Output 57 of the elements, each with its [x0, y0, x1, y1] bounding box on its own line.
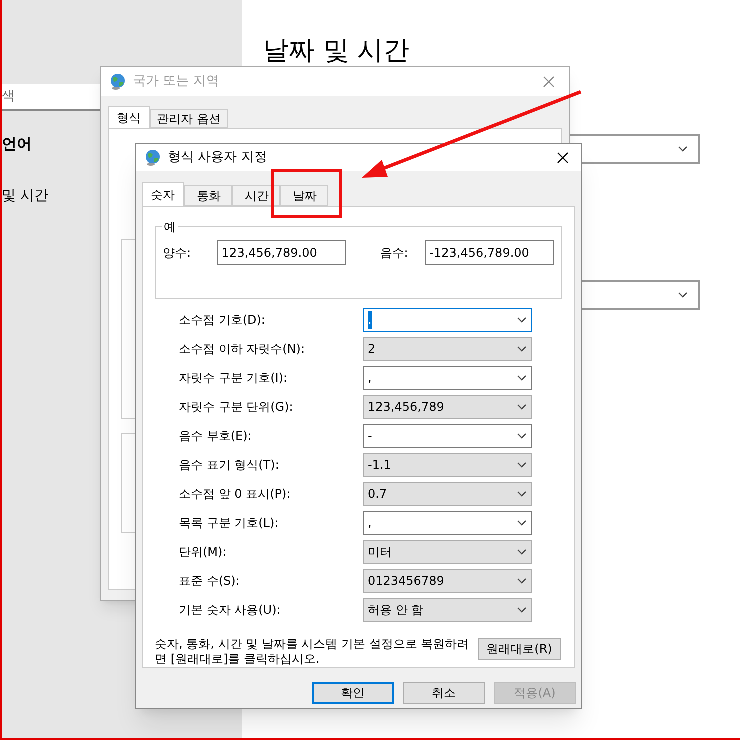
chevron-down-icon — [517, 404, 527, 410]
combo-box[interactable]: , — [363, 511, 532, 535]
field-label: 자릿수 구분 기호(I): — [178, 370, 289, 387]
field-label: 음수 부호(E): — [178, 428, 253, 445]
field-label: 목록 구분 기호(L): — [178, 515, 280, 532]
tab[interactable]: 통화 — [184, 185, 232, 206]
dialog-button[interactable]: 확인 — [312, 682, 394, 704]
chevron-down-icon — [517, 375, 527, 381]
chevron-down-icon — [678, 146, 688, 152]
window-title: 형식 사용자 지정 — [168, 148, 268, 167]
chevron-down-icon — [517, 462, 527, 468]
chevron-down-icon — [517, 549, 527, 555]
sidebar-heading: 언어 — [2, 134, 33, 155]
highlight-rectangle — [271, 169, 342, 218]
combo-box[interactable]: 123,456,789 — [363, 395, 532, 419]
globe-icon — [109, 72, 127, 90]
chevron-down-icon — [517, 433, 527, 439]
tab[interactable]: 관리자 옵션 — [150, 109, 228, 128]
combo-box[interactable]: 2 — [363, 337, 532, 361]
combo-box[interactable]: , — [363, 366, 532, 390]
chevron-down-icon — [517, 346, 527, 352]
field-label: 음수: — [380, 245, 410, 262]
field-label: 음수 표기 형식(T): — [178, 457, 280, 474]
field-label: 표준 수(S): — [178, 573, 241, 590]
field-label: 기본 숫자 사용(U): — [178, 602, 282, 619]
page-title: 날짜 및 시간 — [263, 35, 411, 68]
field-label: 소수점 기호(D): — [178, 312, 266, 329]
chevron-down-icon — [517, 317, 527, 323]
field-label: 단위(M): — [178, 544, 228, 561]
dialog-button[interactable]: 취소 — [403, 682, 485, 704]
reset-button[interactable]: 원래대로(R) — [478, 638, 561, 660]
combo-box[interactable]: -1.1 — [363, 453, 532, 477]
tab[interactable]: 숫자 — [142, 182, 184, 206]
chevron-down-icon — [517, 491, 527, 497]
combo-box[interactable]: 허용 안 함 — [363, 598, 532, 622]
field-label: 소수점 이하 자릿수(N): — [178, 341, 306, 358]
combo-box[interactable]: - — [363, 424, 532, 448]
combo-box[interactable]: . — [363, 308, 532, 332]
tab[interactable]: 날짜 — [280, 185, 328, 206]
field-label: 자릿수 구분 단위(G): — [178, 399, 294, 416]
tab[interactable]: 시간 — [232, 185, 280, 206]
field-label: 소수점 앞 0 표시(P): — [178, 486, 292, 503]
text-field[interactable]: -123,456,789.00 — [424, 240, 554, 265]
combo-box[interactable]: 미터 — [363, 540, 532, 564]
chevron-down-icon — [517, 578, 527, 584]
window-title: 국가 또는 지역 — [133, 72, 220, 91]
reset-note: 숫자, 통화, 시간 및 날짜를 시스템 기본 설정으로 복원하려면 [원래대로]를 클릭하십시오. — [155, 637, 470, 667]
close-icon[interactable] — [557, 152, 569, 164]
tab[interactable]: 형식 — [108, 106, 150, 128]
globe-icon — [144, 148, 162, 166]
combo-box[interactable]: 0123456789 — [363, 569, 532, 593]
chevron-down-icon — [517, 520, 527, 526]
chevron-down-icon — [678, 292, 688, 298]
text-field[interactable]: 123,456,789.00 — [216, 240, 346, 265]
combo-box[interactable]: 0.7 — [363, 482, 532, 506]
field-label: 양수: — [163, 245, 192, 262]
chevron-down-icon — [517, 607, 527, 613]
